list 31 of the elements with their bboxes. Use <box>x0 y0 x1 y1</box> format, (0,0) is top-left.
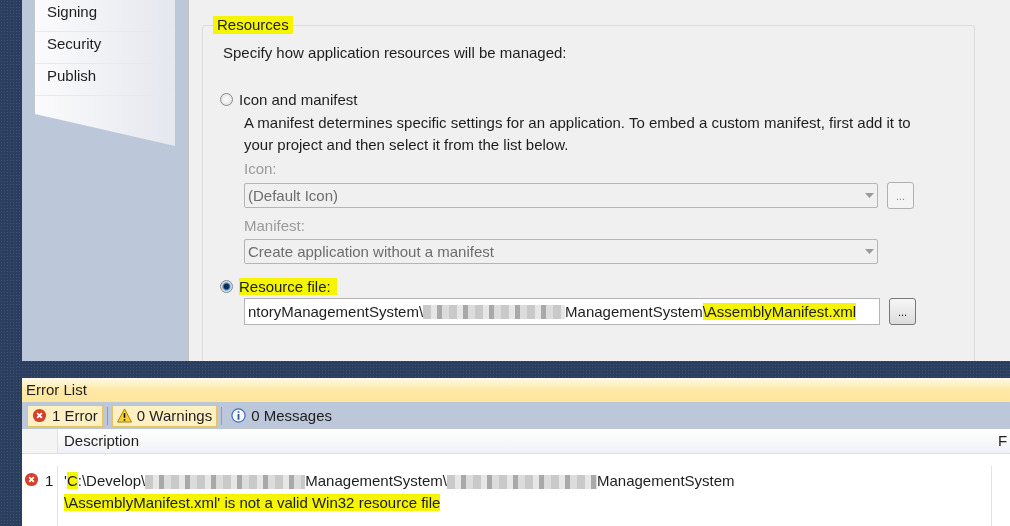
path-text: \AssemblyManifest.xml <box>702 303 857 320</box>
sidebar-tab[interactable]: Signing <box>35 0 175 32</box>
resource-file-field[interactable]: ntoryManagementSystem\ ManagementSystem\AssemblyManifest.xml <box>244 298 880 325</box>
path-text: ntoryManagementSystem\ <box>248 303 424 320</box>
sidebar-tab[interactable]: Publish <box>35 64 175 96</box>
info-icon <box>231 408 247 423</box>
field-label: Manifest: <box>244 217 306 235</box>
caret-icon <box>865 193 874 198</box>
radio-button[interactable] <box>220 93 233 106</box>
field-label: Icon: <box>244 160 278 178</box>
radio-button[interactable] <box>220 280 233 293</box>
row-number: 1 <box>45 472 54 489</box>
filter-button[interactable]: 0 Messages <box>226 404 338 427</box>
browse-button[interactable]: ... <box>889 298 916 325</box>
group-title: Resources <box>213 16 293 34</box>
message-text: ManagementSystem\ <box>305 472 447 489</box>
intro-text: Specify how application resources will be managed: <box>223 44 568 61</box>
filter-button[interactable]: 0 Warnings <box>111 404 218 427</box>
error-icon <box>32 408 47 423</box>
sidebar-tab[interactable]: Security <box>35 32 175 64</box>
panel-title: Error List <box>22 378 1010 402</box>
message-text: 'C:\Develop\ <box>64 472 146 489</box>
option-label[interactable]: Icon and manifest <box>239 91 364 108</box>
warning-icon <box>116 408 132 423</box>
description-text: A manifest determines specific settings for an application. To embed a custom manifest, first add it to your project and then select it from the list below. <box>244 113 912 155</box>
message-text: ManagementSystem <box>597 472 735 489</box>
path-text: ManagementSystem <box>565 303 703 320</box>
caret-icon <box>865 249 874 254</box>
message-text: \AssemblyManifest.xml' is not a valid Win32 resource file <box>64 494 441 511</box>
filter-button[interactable]: 1 Error <box>27 404 103 427</box>
option-label[interactable]: Resource file: <box>239 278 337 295</box>
